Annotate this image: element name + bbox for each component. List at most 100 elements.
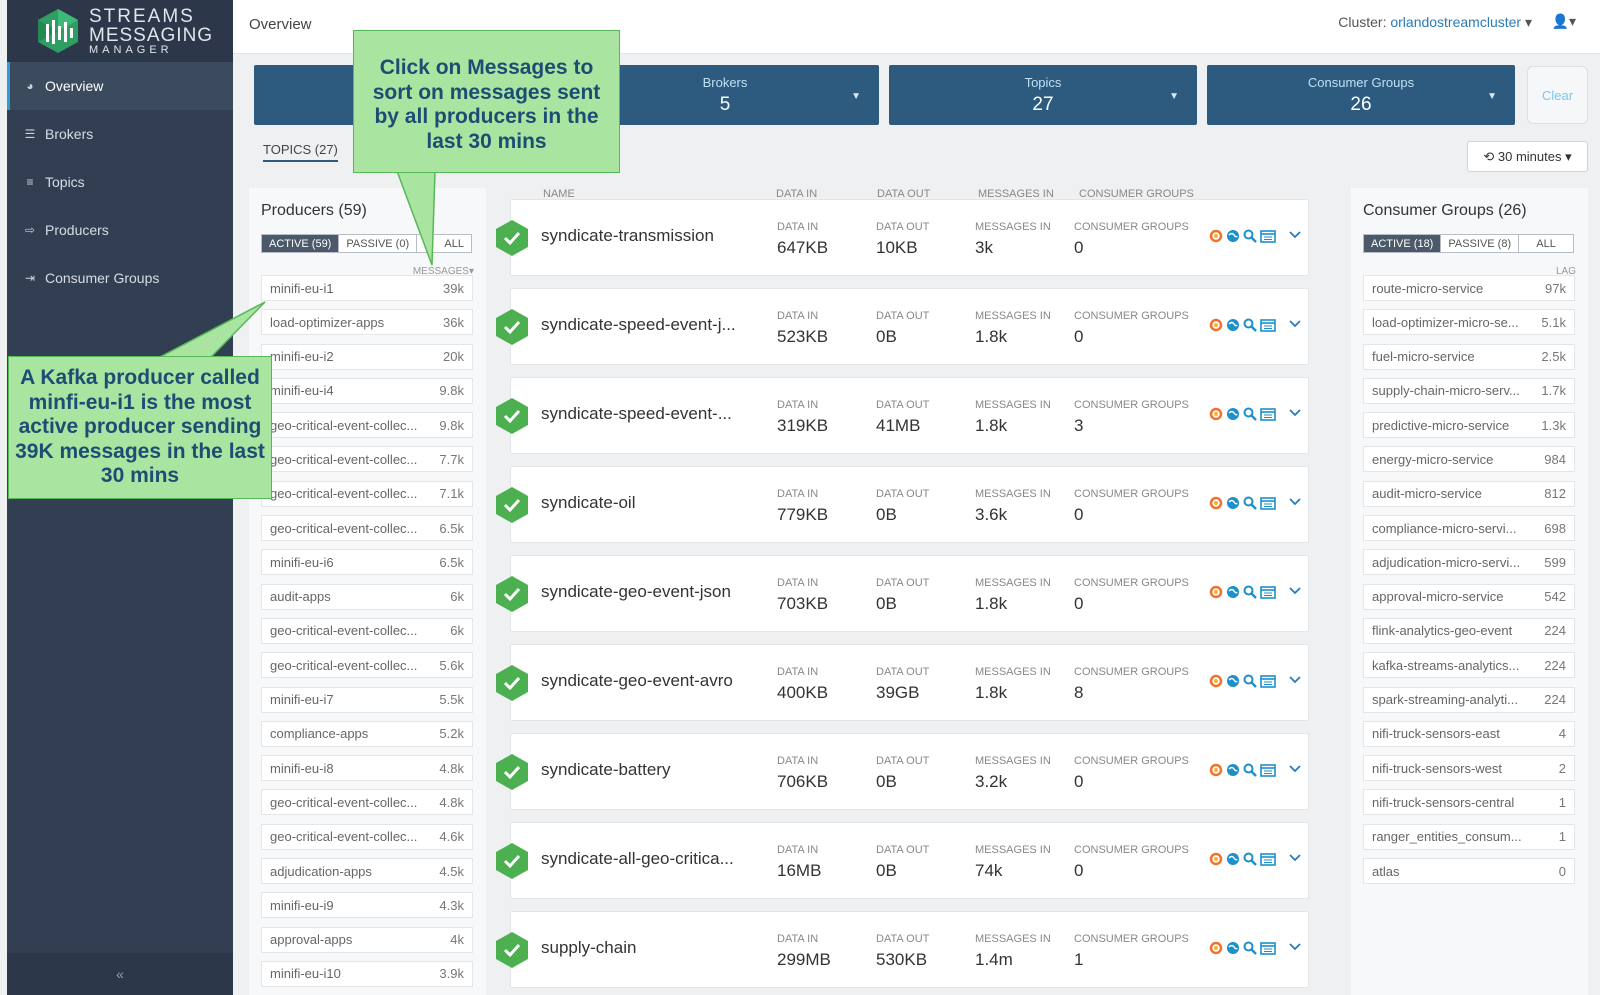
atlas-globe-icon[interactable]: [1226, 585, 1240, 599]
producer-row[interactable]: geo-critical-event-collec... 4.8k: [261, 789, 473, 816]
consumer-group-row[interactable]: route-micro-service 97k: [1363, 275, 1575, 301]
chevron-down-icon[interactable]: [1288, 940, 1302, 954]
chevron-down-icon[interactable]: [1288, 851, 1302, 865]
topic-name[interactable]: syndicate-all-geo-critica...: [541, 849, 734, 869]
data-explorer-search-icon[interactable]: [1243, 674, 1257, 688]
sidebar-item-producers[interactable]: ⇨ Producers: [7, 206, 233, 254]
tab-topics[interactable]: TOPICS (27): [263, 142, 338, 162]
topic-row[interactable]: syndicate-battery DATA IN 706KB DATA OUT 0B M…: [496, 733, 1309, 810]
producer-row[interactable]: geo-critical-event-collec... 5.6k: [261, 652, 473, 679]
consumer-group-row[interactable]: kafka-streams-analytics... 224: [1363, 652, 1575, 679]
topic-row[interactable]: syndicate-speed-event-... DATA IN 319KB DAT…: [496, 377, 1309, 454]
consumer-group-row[interactable]: fuel-micro-service 2.5k: [1363, 343, 1575, 370]
producer-row[interactable]: adjudication-apps 4.5k: [261, 858, 473, 885]
tab-all-producers[interactable]: ALL: [417, 235, 471, 252]
topic-row[interactable]: syndicate-oil DATA IN 779KB DATA OUT 0B MESSA…: [496, 466, 1309, 543]
atlas-globe-icon[interactable]: [1226, 941, 1240, 955]
producer-row[interactable]: minifi-eu-i4 9.8k: [261, 377, 473, 404]
chevron-down-icon[interactable]: [1288, 495, 1302, 509]
grafana-icon[interactable]: [1209, 318, 1223, 332]
producer-row[interactable]: geo-critical-event-collec... 6k: [261, 617, 473, 644]
chevron-down-icon[interactable]: [1288, 228, 1302, 242]
cluster-selector[interactable]: Cluster: orlandostreamcluster ▾: [1338, 14, 1532, 31]
grafana-icon[interactable]: [1209, 496, 1223, 510]
topic-row[interactable]: syndicate-geo-event-avro DATA IN 400KB DATA…: [496, 644, 1309, 721]
producer-row[interactable]: minifi-eu-i1 39k: [261, 275, 473, 301]
producer-row[interactable]: minifi-eu-i10 3.9k: [261, 960, 473, 987]
sidebar-item-topics[interactable]: ≡ Topics: [7, 158, 233, 206]
producer-row[interactable]: approval-apps 4k: [261, 926, 473, 953]
tab-passive-producers[interactable]: PASSIVE (0): [339, 235, 418, 252]
topic-row[interactable]: syndicate-transmission DATA IN 647KB DATA O…: [496, 199, 1309, 276]
user-menu-icon[interactable]: 👤▾: [1552, 13, 1576, 30]
consumer-group-row[interactable]: flink-analytics-geo-event 224: [1363, 617, 1575, 644]
topic-row[interactable]: supply-chain DATA IN 299MB DATA OUT 530KB MES…: [496, 911, 1309, 988]
topic-name[interactable]: supply-chain: [541, 938, 636, 958]
topic-row[interactable]: syndicate-speed-event-j... DATA IN 523KB DA…: [496, 288, 1309, 365]
consumer-group-row[interactable]: nifi-truck-sensors-central 1: [1363, 789, 1575, 816]
app-logo[interactable]: STREAMS MESSAGING MANAGER: [7, 0, 233, 62]
grafana-icon[interactable]: [1209, 407, 1223, 421]
topic-row[interactable]: syndicate-geo-event-json DATA IN 703KB DATA…: [496, 555, 1309, 632]
grafana-icon[interactable]: [1209, 674, 1223, 688]
schema-registry-icon[interactable]: [1260, 852, 1276, 866]
topic-row[interactable]: syndicate-all-geo-critica... DATA IN 16MB D…: [496, 822, 1309, 899]
data-explorer-search-icon[interactable]: [1243, 852, 1257, 866]
producer-row[interactable]: minifi-eu-i2 20k: [261, 343, 473, 370]
producer-row[interactable]: audit-apps 6k: [261, 583, 473, 610]
sidebar-item-brokers[interactable]: ☰ Brokers: [7, 110, 233, 158]
schema-registry-icon[interactable]: [1260, 763, 1276, 777]
consumer-group-row[interactable]: load-optimizer-micro-se... 5.1k: [1363, 309, 1575, 336]
consumer-group-row[interactable]: supply-chain-micro-serv... 1.7k: [1363, 377, 1575, 404]
producer-row[interactable]: geo-critical-event-collec... 4.6k: [261, 823, 473, 850]
producer-row[interactable]: geo-critical-event-collec... 7.7k: [261, 446, 473, 473]
grafana-icon[interactable]: [1209, 229, 1223, 243]
data-explorer-search-icon[interactable]: [1243, 496, 1257, 510]
atlas-globe-icon[interactable]: [1226, 674, 1240, 688]
atlas-globe-icon[interactable]: [1226, 318, 1240, 332]
topic-name[interactable]: syndicate-geo-event-avro: [541, 671, 733, 691]
atlas-globe-icon[interactable]: [1226, 496, 1240, 510]
consumer-group-row[interactable]: ranger_entities_consum... 1: [1363, 823, 1575, 850]
producer-row[interactable]: minifi-eu-i7 5.5k: [261, 686, 473, 713]
consumer-group-row[interactable]: energy-micro-service 984: [1363, 446, 1575, 473]
chevron-down-icon[interactable]: [1288, 584, 1302, 598]
tab-active-producers[interactable]: ACTIVE (59): [262, 235, 340, 252]
schema-registry-icon[interactable]: [1260, 674, 1276, 688]
tab-active-consumer-groups[interactable]: ACTIVE (18): [1364, 235, 1442, 252]
producer-row[interactable]: geo-critical-event-collec... 9.8k: [261, 412, 473, 439]
schema-registry-icon[interactable]: [1260, 407, 1276, 421]
data-explorer-search-icon[interactable]: [1243, 318, 1257, 332]
grafana-icon[interactable]: [1209, 585, 1223, 599]
topic-name[interactable]: syndicate-speed-event-...: [541, 404, 732, 424]
chevron-down-icon[interactable]: [1288, 317, 1302, 331]
atlas-globe-icon[interactable]: [1226, 852, 1240, 866]
grafana-icon[interactable]: [1209, 941, 1223, 955]
atlas-globe-icon[interactable]: [1226, 763, 1240, 777]
consumer-group-row[interactable]: nifi-truck-sensors-west 2: [1363, 755, 1575, 782]
schema-registry-icon[interactable]: [1260, 318, 1276, 332]
consumer-group-row[interactable]: atlas 0: [1363, 858, 1575, 885]
tab-all-consumer-groups[interactable]: ALL: [1519, 235, 1573, 252]
consumer-group-row[interactable]: predictive-micro-service 1.3k: [1363, 412, 1575, 439]
data-explorer-search-icon[interactable]: [1243, 407, 1257, 421]
schema-registry-icon[interactable]: [1260, 496, 1276, 510]
producer-row[interactable]: geo-critical-event-collec... 7.1k: [261, 480, 473, 507]
grafana-icon[interactable]: [1209, 763, 1223, 777]
producer-row[interactable]: minifi-eu-i6 6.5k: [261, 549, 473, 576]
consumer-group-row[interactable]: adjudication-micro-servi... 599: [1363, 549, 1575, 576]
chevron-down-icon[interactable]: [1288, 673, 1302, 687]
atlas-globe-icon[interactable]: [1226, 229, 1240, 243]
producer-row[interactable]: load-optimizer-apps 36k: [261, 309, 473, 336]
consumer-group-row[interactable]: compliance-micro-servi... 698: [1363, 515, 1575, 542]
chevron-down-icon[interactable]: [1288, 406, 1302, 420]
consumer-group-row[interactable]: spark-streaming-analyti... 224: [1363, 686, 1575, 713]
producer-row[interactable]: minifi-eu-i9 4.3k: [261, 892, 473, 919]
schema-registry-icon[interactable]: [1260, 229, 1276, 243]
chevron-down-icon[interactable]: [1288, 762, 1302, 776]
stat-card-topics[interactable]: Topics 27 ▼: [889, 65, 1197, 125]
schema-registry-icon[interactable]: [1260, 585, 1276, 599]
grafana-icon[interactable]: [1209, 852, 1223, 866]
topic-name[interactable]: syndicate-geo-event-json: [541, 582, 731, 602]
topic-name[interactable]: syndicate-battery: [541, 760, 670, 780]
